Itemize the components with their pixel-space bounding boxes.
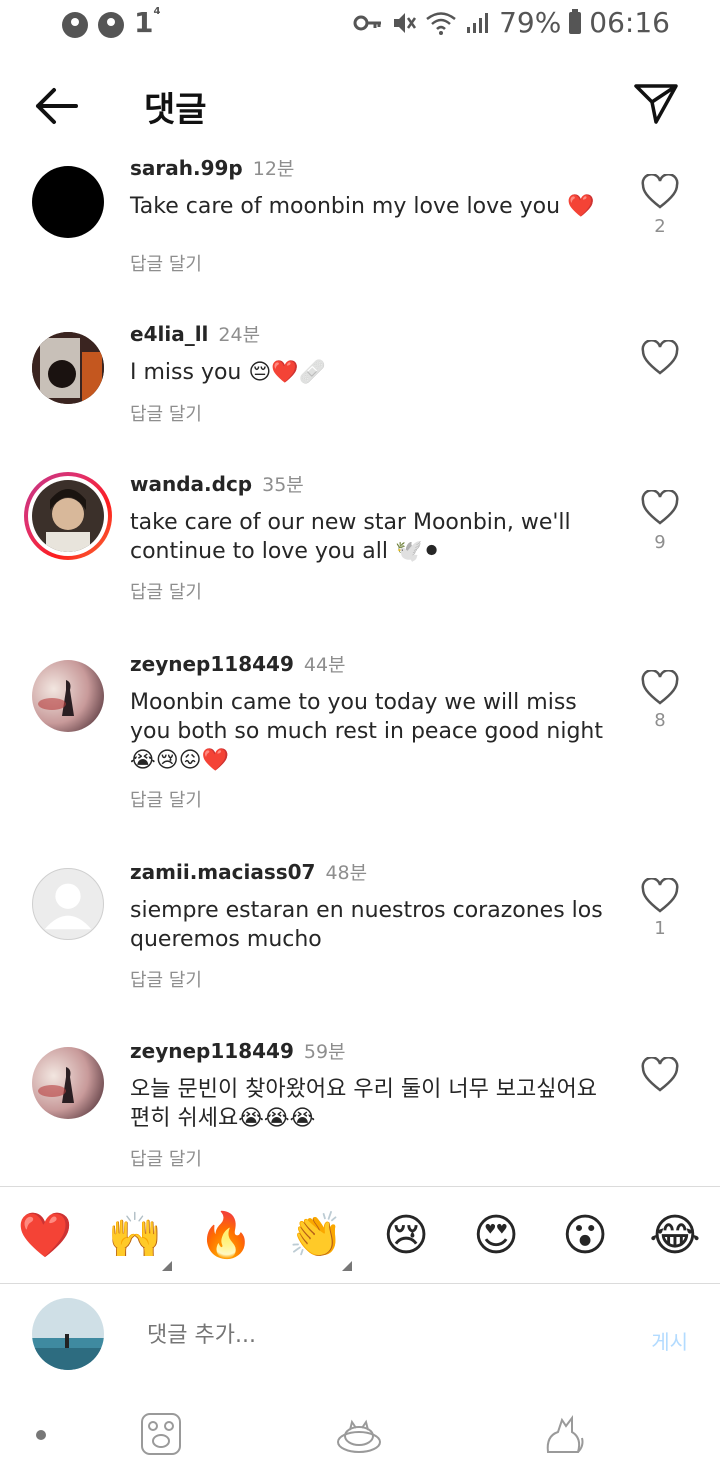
default-avatar-icon (44, 883, 92, 930)
comment-composer: 게시 (0, 1284, 720, 1394)
paw-icon[interactable] (138, 1412, 184, 1456)
nav-dot (36, 1430, 46, 1440)
comment-time: 24분 (218, 324, 261, 346)
my-avatar (32, 1298, 104, 1370)
emoji-heart-eyes[interactable]: 😍 (466, 1209, 526, 1263)
comment-text: Moonbin came to you today we will miss y… (130, 690, 603, 773)
like-count: 1 (654, 918, 666, 939)
comment-text: 오늘 문빈이 찾아왔어요 우리 둘이 너무 보고싶어요 편히 쉬세요😭😭😭 (130, 1077, 598, 1131)
battery-percent: 79% (499, 6, 562, 39)
comment-username[interactable]: zamii.maciass07 48분 (130, 858, 367, 885)
like-button[interactable] (640, 669, 680, 706)
bottom-nav (0, 1394, 720, 1480)
emoji-tears-of-joy[interactable]: 😂 (645, 1209, 705, 1263)
heart-outline-icon (641, 173, 679, 209)
heart-outline-icon (641, 1056, 679, 1092)
clock: 06:16 (589, 6, 670, 39)
header: 댓글 (0, 60, 720, 150)
emoji-surprised[interactable]: 😮 (555, 1209, 615, 1263)
comment-text: siempre estaran en nuestros corazones lo… (130, 898, 603, 952)
avatar-image (32, 660, 104, 732)
emoji-heart[interactable]: ❤️ (15, 1209, 75, 1263)
comment-time: 44분 (303, 654, 346, 676)
heart-outline-icon (641, 669, 679, 705)
avatar[interactable] (32, 166, 104, 238)
comment-time: 12분 (252, 158, 295, 180)
comment-time: 48분 (325, 862, 368, 884)
comment-input[interactable] (145, 1322, 569, 1349)
cat-bed-icon[interactable] (336, 1412, 382, 1456)
reply-button[interactable]: 답글 달기 (130, 1145, 202, 1171)
arrow-left-icon (36, 88, 78, 124)
emoji-raising-hands[interactable]: 🙌 (105, 1209, 165, 1263)
post-button[interactable]: 게시 (651, 1326, 688, 1355)
comment-username[interactable]: wanda.dcp 35분 (130, 470, 304, 497)
reply-button[interactable]: 답글 달기 (130, 966, 202, 992)
skin-tone-indicator (342, 1261, 352, 1271)
like-button[interactable] (640, 339, 680, 376)
heart-outline-icon (641, 877, 679, 913)
share-button[interactable] (632, 80, 680, 128)
emoji-fire[interactable]: 🔥 (196, 1209, 256, 1263)
avatar-image (32, 1047, 104, 1119)
like-count: 2 (654, 216, 666, 237)
reply-button[interactable]: 답글 달기 (130, 250, 202, 276)
comment-text: I miss you 😔❤️🩹 (130, 360, 327, 385)
emoji-quick-bar: ❤️ 🙌 🔥 👏 😢 😍 😮 😂 (0, 1187, 720, 1283)
comment-text: Take care of moonbin my love love you ❤️ (130, 194, 595, 219)
skin-tone-indicator (162, 1261, 172, 1271)
comment-username[interactable]: zeynep118449 44분 (130, 650, 346, 677)
comment-text: take care of our new star Moonbin, we'll… (130, 510, 571, 564)
avatar[interactable] (32, 1047, 104, 1119)
heart-outline-icon (641, 339, 679, 375)
paper-plane-icon (634, 84, 678, 124)
comment-username[interactable]: zeynep118449 59분 (130, 1037, 346, 1064)
notification-count: 14 (134, 5, 161, 39)
emoji-clapping[interactable]: 👏 (286, 1209, 346, 1263)
comment-username[interactable]: sarah.99p 12분 (130, 154, 294, 181)
like-button[interactable] (640, 877, 680, 914)
like-button[interactable] (640, 1056, 680, 1093)
avatar[interactable] (32, 660, 104, 732)
heart-outline-icon (641, 489, 679, 525)
mute-icon (394, 12, 417, 33)
like-button[interactable] (640, 173, 680, 210)
avatar[interactable] (32, 332, 104, 404)
status-bar: 14 79% 06:16 (0, 0, 720, 50)
comment-username[interactable]: e4lia_ll 24분 (130, 320, 260, 347)
wifi-icon (426, 11, 456, 35)
comment-time: 59분 (303, 1041, 346, 1063)
comment-list[interactable]: sarah.99p 12분 Take care of moonbin my lov… (0, 150, 720, 1185)
signal-icon (467, 12, 489, 33)
reply-button[interactable]: 답글 달기 (130, 786, 202, 812)
cat-icon[interactable] (540, 1412, 586, 1456)
story-ring[interactable] (24, 472, 112, 560)
like-count: 9 (654, 532, 666, 553)
key-icon (353, 15, 382, 30)
like-button[interactable] (640, 489, 680, 526)
reply-button[interactable]: 답글 달기 (130, 578, 202, 604)
avatar-image (32, 1298, 104, 1370)
battery-icon (569, 8, 582, 34)
notification-icon (62, 11, 88, 38)
page-title: 댓글 (144, 90, 207, 130)
like-count: 8 (654, 710, 666, 731)
avatar[interactable] (32, 868, 104, 940)
comment-time: 35분 (262, 474, 304, 496)
emoji-crying[interactable]: 😢 (376, 1209, 436, 1263)
back-button[interactable] (30, 82, 82, 130)
avatar-image (32, 480, 104, 552)
reply-button[interactable]: 답글 달기 (130, 400, 202, 426)
avatar-image (32, 332, 104, 404)
notification-icon (98, 11, 124, 38)
